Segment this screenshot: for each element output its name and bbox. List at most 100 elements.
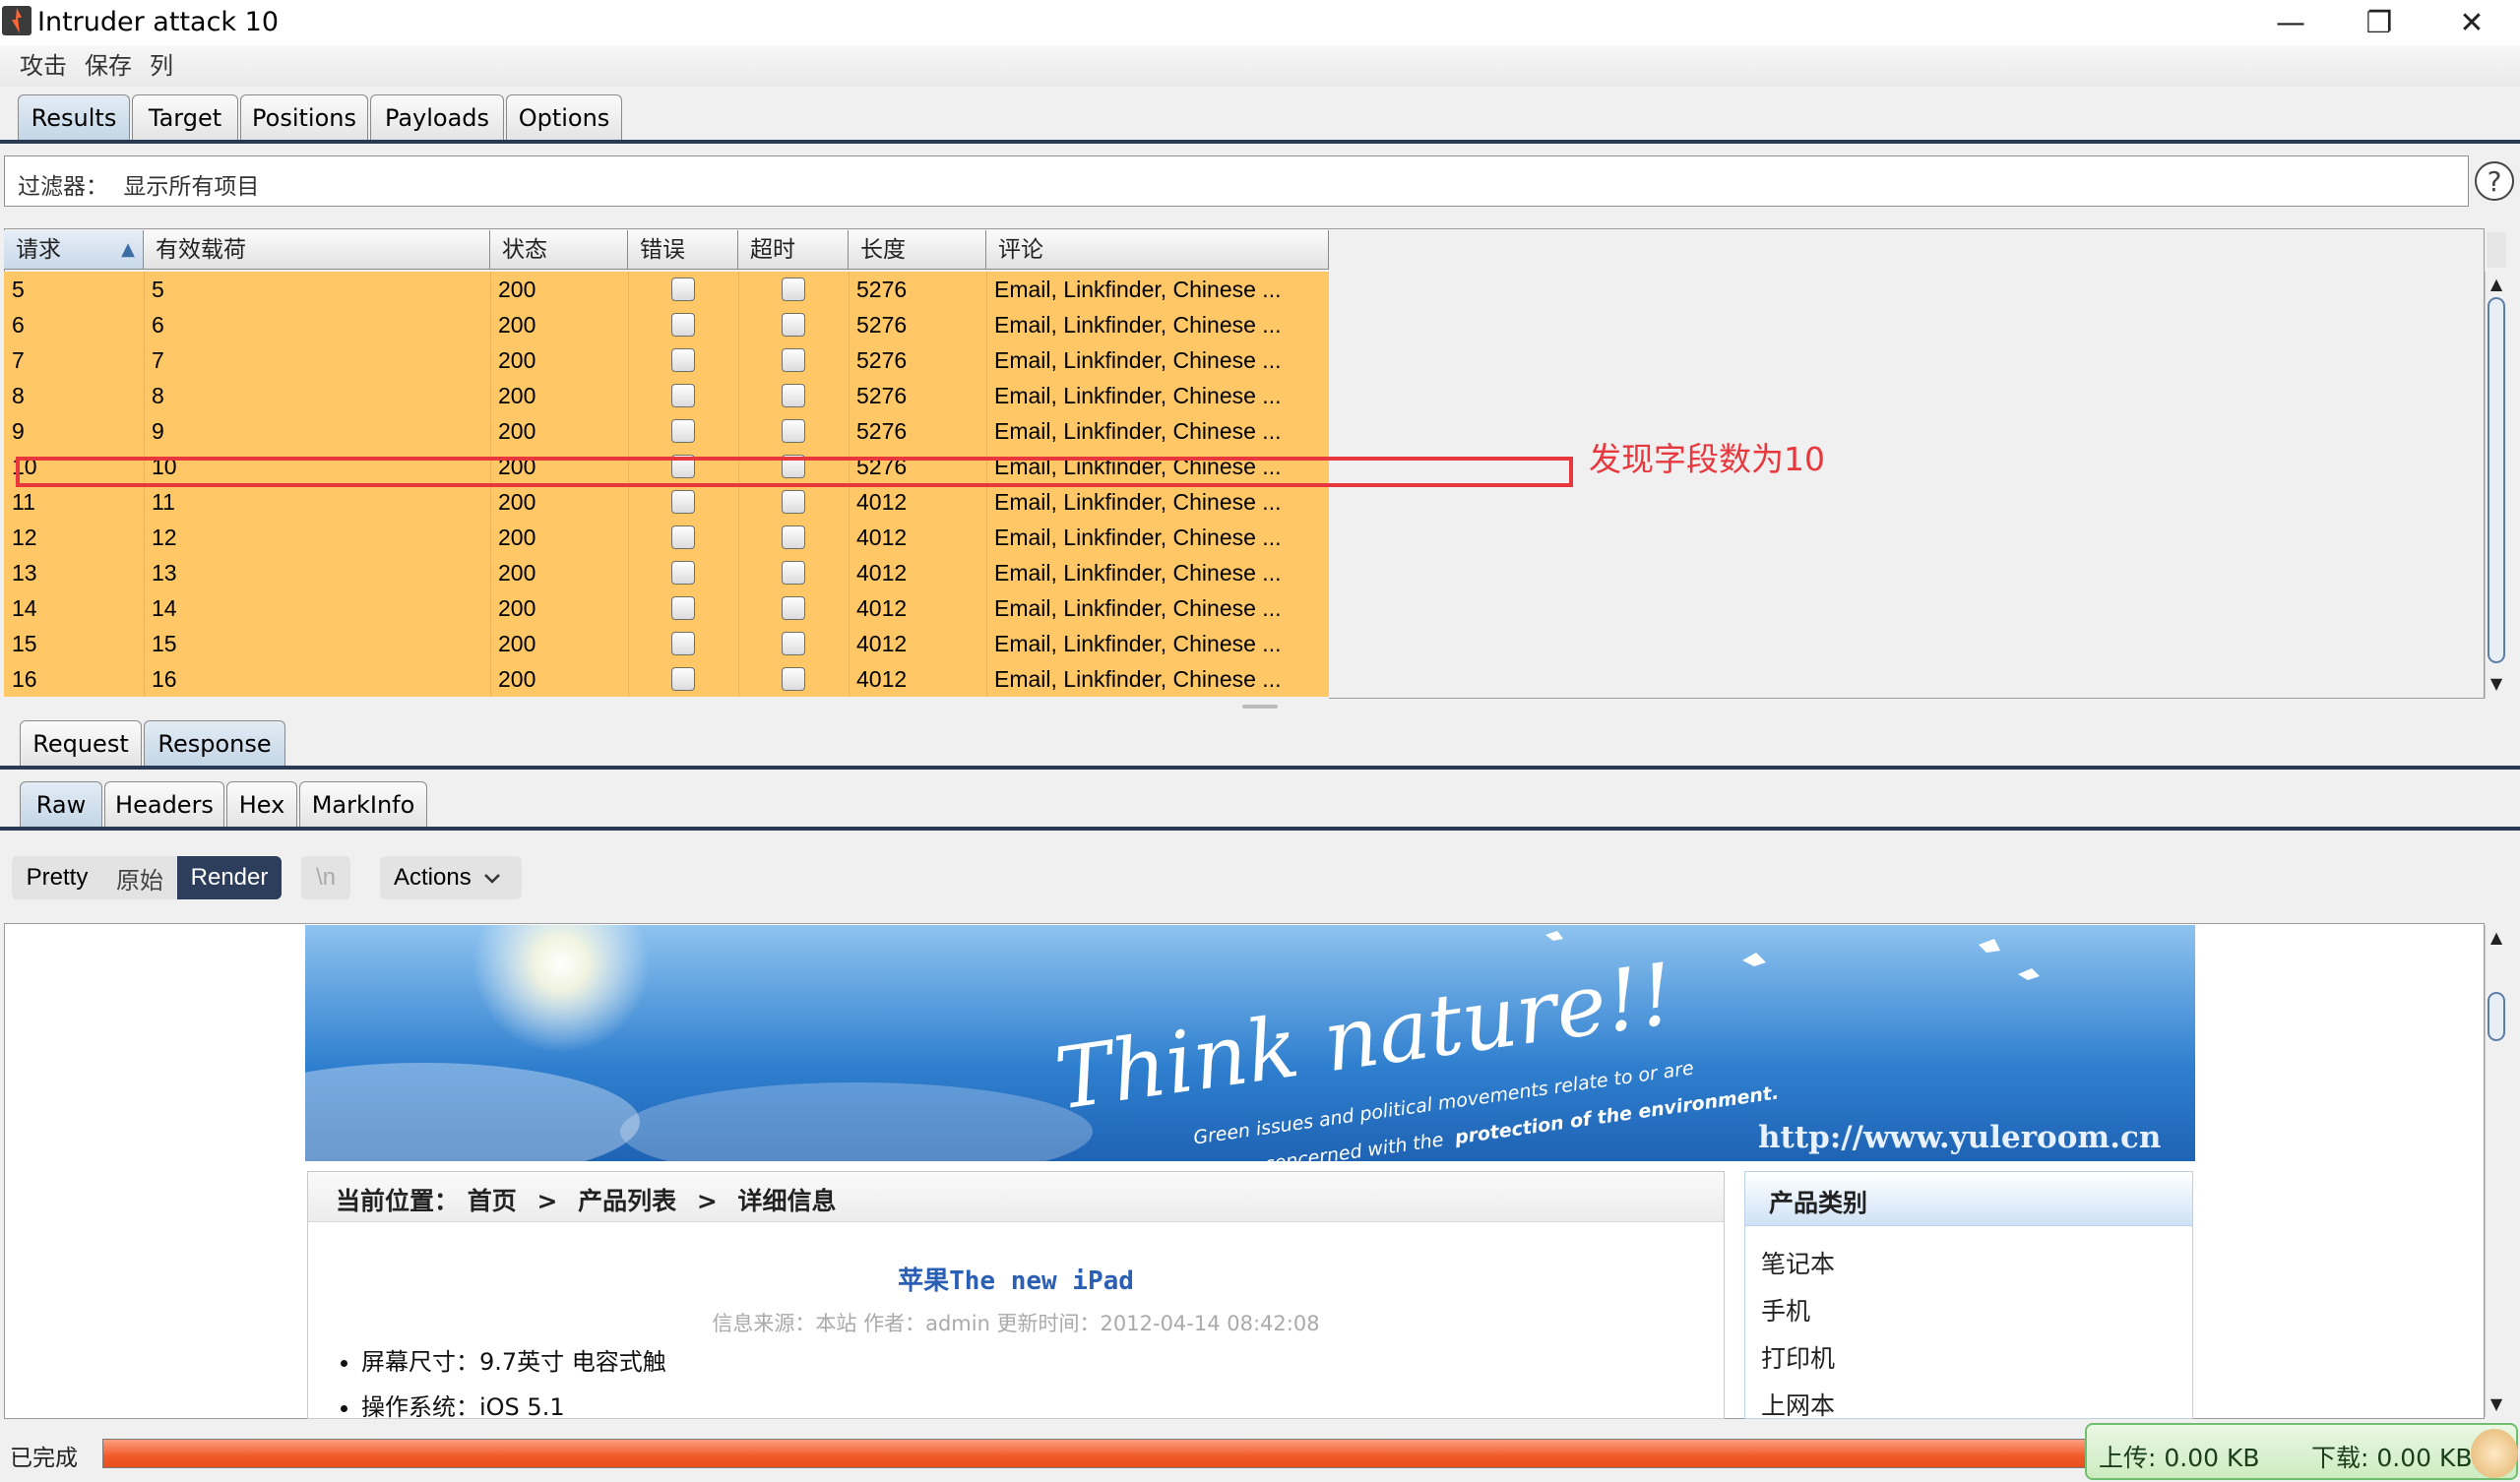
tab-options[interactable]: Options [506,94,622,140]
cell-status: 200 [498,312,536,338]
col-comment[interactable]: 评论 [986,230,1329,270]
table-row[interactable]: 5 5 200 5276 Email, Linkfinder, Chinese ... [4,272,1329,307]
timeout-checkbox[interactable] [782,313,805,337]
menu-columns[interactable]: 列 [150,49,173,83]
table-row[interactable]: 13 13 200 4012 Email, Linkfinder, Chinese ..… [4,555,1329,590]
sort-asc-icon: ▲ [121,239,135,260]
timeout-checkbox[interactable] [782,278,805,301]
error-checkbox[interactable] [671,667,695,691]
product-detail-panel: 当前位置： 首页 > 产品列表 > 详细信息 苹果The new iPad 信息… [307,1171,1725,1421]
cell-comment: Email, Linkfinder, Chinese ... [994,525,1282,550]
error-checkbox[interactable] [671,313,695,337]
timeout-checkbox[interactable] [782,348,805,372]
breadcrumb-list[interactable]: 产品列表 [578,1187,676,1215]
error-checkbox[interactable] [671,632,695,655]
table-row[interactable]: 6 6 200 5276 Email, Linkfinder, Chinese ... [4,307,1329,342]
column-separator [490,378,491,413]
help-icon[interactable]: ? [2475,161,2514,201]
actions-dropdown[interactable]: Actions [380,856,522,899]
col-error[interactable]: 错误 [628,230,738,270]
col-status[interactable]: 状态 [490,230,628,270]
newline-toggle[interactable]: \n [301,856,350,899]
col-request[interactable]: 请求 ▲ [4,230,144,270]
col-payload[interactable]: 有效载荷 [144,230,490,270]
column-separator [849,626,850,661]
table-scrollbar[interactable]: ▲ ▼ [2485,272,2507,699]
scroll-down-icon[interactable]: ▼ [2488,1395,2505,1413]
cell-comment: Email, Linkfinder, Chinese ... [994,595,1282,621]
error-checkbox[interactable] [671,419,695,443]
maximize-button[interactable]: ❐ [2335,0,2424,45]
error-checkbox[interactable] [671,348,695,372]
error-checkbox[interactable] [671,490,695,514]
table-row[interactable]: 12 12 200 4012 Email, Linkfinder, Chinese ..… [4,520,1329,555]
tab-headers[interactable]: Headers [104,781,224,827]
timeout-checkbox[interactable] [782,419,805,443]
category-item[interactable]: 打印机 [1761,1335,1835,1383]
error-checkbox[interactable] [671,561,695,585]
window-title: Intruder attack 10 [37,7,279,37]
tab-response[interactable]: Response [144,720,285,766]
menu-attack[interactable]: 攻击 [20,49,67,83]
tab-positions[interactable]: Positions [240,94,368,140]
col-length[interactable]: 长度 [849,230,986,270]
avatar[interactable] [2471,1429,2518,1478]
column-separator [628,555,629,590]
column-separator [628,307,629,342]
close-button[interactable]: ✕ [2427,0,2516,45]
error-checkbox[interactable] [671,525,695,549]
render-button[interactable]: Render [177,856,282,899]
table-row[interactable]: 7 7 200 5276 Email, Linkfinder, Chinese ... [4,342,1329,378]
scroll-down-icon[interactable]: ▼ [2488,675,2505,693]
timeout-checkbox[interactable] [782,561,805,585]
error-checkbox[interactable] [671,278,695,301]
column-separator [144,484,145,520]
tab-markinfo[interactable]: MarkInfo [299,781,427,827]
table-row[interactable]: 15 15 200 4012 Email, Linkfinder, Chinese ..… [4,626,1329,661]
table-row[interactable]: 9 9 200 5276 Email, Linkfinder, Chinese ... [4,413,1329,449]
raw-view-button[interactable]: 原始 [102,856,177,899]
table-row[interactable]: 11 11 200 4012 Email, Linkfinder, Chinese ..… [4,484,1329,520]
timeout-checkbox[interactable] [782,384,805,407]
cell-comment: Email, Linkfinder, Chinese ... [994,666,1282,692]
cell-length: 5276 [856,383,908,408]
scroll-up-icon[interactable]: ▲ [2488,929,2505,947]
timeout-checkbox[interactable] [782,490,805,514]
col-timeout[interactable]: 超时 [738,230,849,270]
tab-payloads[interactable]: Payloads [370,94,504,140]
table-row[interactable]: 14 14 200 4012 Email, Linkfinder, Chinese ..… [4,590,1329,626]
column-separator [490,272,491,307]
error-checkbox[interactable] [671,384,695,407]
menu-save[interactable]: 保存 [85,49,132,83]
column-separator [849,590,850,626]
filter-bar[interactable] [4,155,2469,207]
tab-results[interactable]: Results [18,94,130,140]
cell-request: 12 [12,525,37,550]
filter-label[interactable]: 过滤器： 显示所有项目 [18,167,259,201]
breadcrumb-home[interactable]: 首页 [468,1187,517,1215]
column-separator [490,626,491,661]
timeout-checkbox[interactable] [782,632,805,655]
tab-target[interactable]: Target [132,94,238,140]
scroll-up-icon[interactable]: ▲ [2488,276,2505,293]
category-item[interactable]: 笔记本 [1761,1241,1835,1288]
timeout-checkbox[interactable] [782,667,805,691]
column-separator [628,413,629,449]
tab-hex[interactable]: Hex [226,781,297,827]
timeout-checkbox[interactable] [782,596,805,620]
timeout-checkbox[interactable] [782,525,805,549]
tab-request[interactable]: Request [20,720,142,766]
scrollbar-thumb[interactable] [2488,297,2505,663]
download-speed: 下载: 0.00 KB [2311,1444,2473,1472]
category-item[interactable]: 手机 [1761,1288,1835,1335]
cell-payload: 7 [152,347,164,373]
splitter-handle[interactable] [1242,705,1278,709]
minimize-button[interactable]: — [2246,0,2335,45]
pretty-button[interactable]: Pretty [12,856,102,899]
table-row[interactable]: 8 8 200 5276 Email, Linkfinder, Chinese ... [4,378,1329,413]
table-row[interactable]: 16 16 200 4012 Email, Linkfinder, Chinese ..… [4,661,1329,697]
error-checkbox[interactable] [671,596,695,620]
scrollbar-thumb[interactable] [2488,992,2505,1041]
render-scrollbar[interactable]: ▲ ▼ [2485,925,2507,1417]
tab-raw[interactable]: Raw [20,781,102,827]
